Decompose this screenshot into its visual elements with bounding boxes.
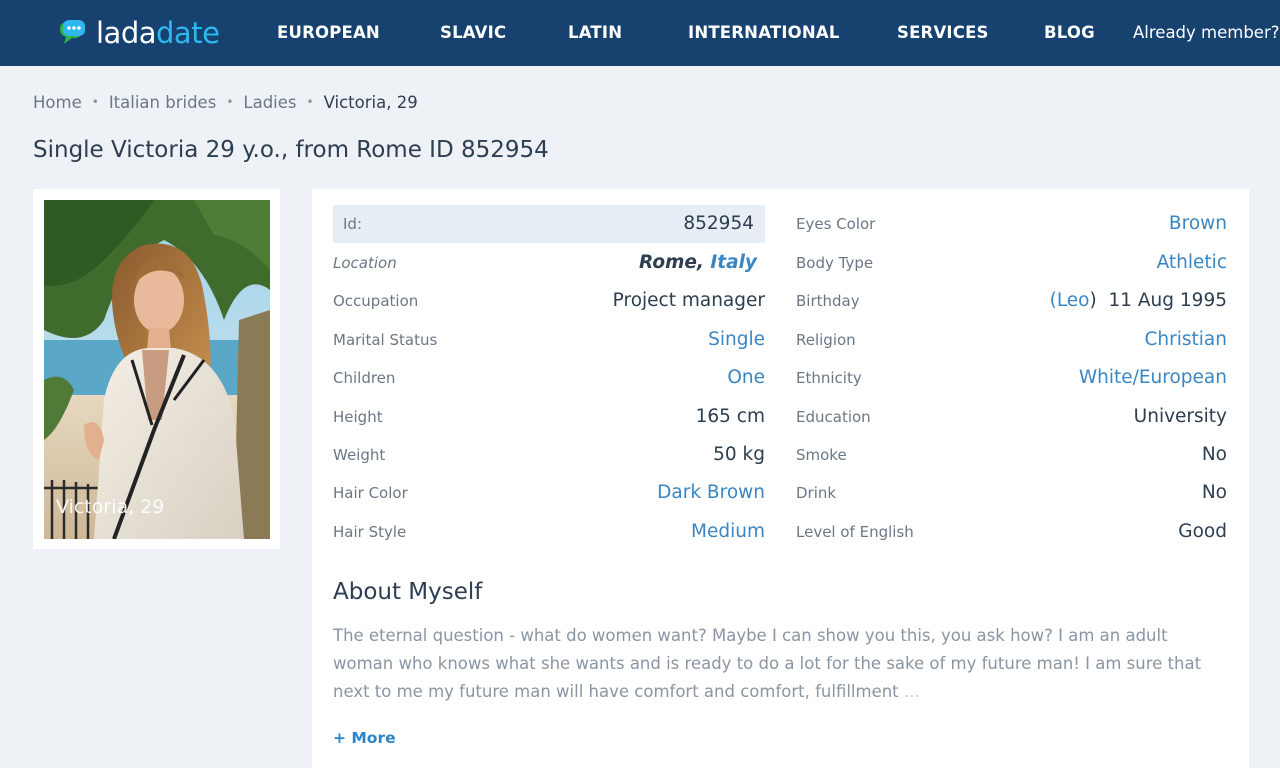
detail-label: Hair Style: [333, 523, 407, 541]
page-title: Single Victoria 29 y.o., from Rome ID 85…: [33, 137, 549, 163]
detail-row-birthday: Birthday (Leo) 11 Aug 1995: [796, 282, 1227, 320]
detail-row-occupation: Occupation Project manager: [333, 282, 765, 320]
logo-text-part2: date: [156, 16, 220, 50]
detail-row-religion: Religion Christian: [796, 321, 1227, 359]
nav-blog[interactable]: BLOG: [1044, 0, 1095, 66]
detail-value-link[interactable]: Athletic: [1157, 244, 1227, 282]
detail-row-weight: Weight 50 kg: [333, 436, 765, 474]
location-value: Rome, Italy: [639, 244, 757, 282]
logo-wordmark: ladadate: [96, 14, 220, 52]
breadcrumb-ladies[interactable]: Ladies: [243, 93, 296, 112]
birthday-value: (Leo) 11 Aug 1995: [1050, 282, 1227, 320]
detail-value: No: [1201, 444, 1227, 465]
photo-caption: Victoria, 29: [56, 496, 165, 518]
detail-label: Occupation: [333, 292, 419, 310]
detail-value-link[interactable]: Christian: [1145, 321, 1227, 359]
detail-row-marital-status: Marital Status Single: [333, 321, 765, 359]
zodiac-close-paren: ): [1089, 290, 1097, 311]
detail-row-eyes-color: Eyes Color Brown: [796, 205, 1227, 243]
detail-value: 50 kg: [713, 444, 765, 465]
zodiac-sign-link[interactable]: Leo: [1057, 290, 1090, 311]
detail-value-link[interactable]: One: [727, 359, 765, 397]
detail-value-link[interactable]: White/European: [1079, 359, 1227, 397]
profile-photo-card: Victoria, 29: [33, 189, 280, 549]
breadcrumb-separator-dot: •: [306, 95, 314, 109]
site-logo[interactable]: ladadate: [56, 14, 220, 52]
detail-value: University: [1133, 406, 1227, 427]
detail-row-ethnicity: Ethnicity White/European: [796, 359, 1227, 397]
detail-label: Weight: [333, 446, 386, 464]
chat-bubble-logo-icon: [56, 17, 88, 49]
nav-services[interactable]: SERVICES: [897, 0, 989, 66]
detail-label: Marital Status: [333, 331, 438, 349]
detail-row-drink: Drink No: [796, 474, 1227, 512]
birth-date: 11 Aug 1995: [1108, 290, 1227, 311]
detail-label: Children: [333, 369, 396, 387]
breadcrumb-separator-dot: •: [91, 95, 99, 109]
detail-value: No: [1201, 482, 1227, 503]
detail-label: Birthday: [796, 292, 860, 310]
profile-details-card: Id: 852954 Location Rome, Italy Occupati…: [312, 189, 1249, 768]
detail-row-english: Level of English Good: [796, 513, 1227, 551]
detail-label: Ethnicity: [796, 369, 862, 387]
detail-label: Height: [333, 408, 383, 426]
detail-value-link[interactable]: Dark Brown: [657, 474, 765, 512]
detail-label: Eyes Color: [796, 215, 876, 233]
detail-label: Drink: [796, 484, 837, 502]
detail-value: 165 cm: [695, 406, 765, 427]
detail-row-location: Location Rome, Italy: [333, 244, 765, 282]
profile-photo[interactable]: Victoria, 29: [44, 200, 270, 539]
breadcrumb-current: Victoria, 29: [323, 92, 418, 112]
detail-row-body-type: Body Type Athletic: [796, 244, 1227, 282]
about-text: The eternal question - what do women wan…: [333, 622, 1228, 706]
detail-label: Hair Color: [333, 484, 408, 502]
nav-slavic[interactable]: SLAVIC: [440, 0, 506, 66]
detail-label: Smoke: [796, 446, 847, 464]
detail-row-id: Id: 852954: [333, 205, 765, 243]
location-city: Rome,: [639, 252, 704, 273]
breadcrumb-separator-dot: •: [226, 95, 234, 109]
zodiac-open-paren: (: [1049, 290, 1057, 311]
detail-row-children: Children One: [333, 359, 765, 397]
detail-label: Education: [796, 408, 871, 426]
about-body: The eternal question - what do women wan…: [333, 626, 1202, 701]
detail-value: Project manager: [612, 290, 765, 311]
detail-row-hair-style: Hair Style Medium: [333, 513, 765, 551]
detail-label: Religion: [796, 331, 856, 349]
nav-latin[interactable]: LATIN: [568, 0, 622, 66]
about-ellipsis: ...: [903, 682, 920, 701]
detail-label: Location: [333, 254, 397, 272]
top-navigation-bar: ladadate EUROPEAN SLAVIC LATIN INTERNATI…: [0, 0, 1280, 66]
more-link[interactable]: + More: [333, 729, 396, 747]
detail-row-height: Height 165 cm: [333, 398, 765, 436]
breadcrumb-home[interactable]: Home: [33, 93, 82, 112]
about-heading: About Myself: [333, 579, 483, 605]
detail-label: Body Type: [796, 254, 874, 272]
detail-row-smoke: Smoke No: [796, 436, 1227, 474]
nav-international[interactable]: INTERNATIONAL: [688, 0, 840, 66]
detail-value-link[interactable]: Medium: [691, 513, 765, 551]
login-link[interactable]: Already member?: [1133, 0, 1280, 66]
detail-label: Id:: [343, 215, 362, 233]
detail-label: Level of English: [796, 523, 914, 541]
breadcrumb-italian-brides[interactable]: Italian brides: [109, 93, 217, 112]
nav-european[interactable]: EUROPEAN: [277, 0, 380, 66]
detail-value: Good: [1178, 521, 1227, 542]
breadcrumb: Home • Italian brides • Ladies • Victori…: [33, 90, 418, 114]
detail-value-link[interactable]: Brown: [1169, 205, 1227, 243]
detail-row-hair-color: Hair Color Dark Brown: [333, 474, 765, 512]
logo-text-part1: lada: [96, 16, 157, 50]
location-country-link[interactable]: Italy: [710, 252, 757, 273]
detail-row-education: Education University: [796, 398, 1227, 436]
detail-value: 852954: [683, 213, 754, 234]
detail-value-link[interactable]: Single: [708, 321, 765, 359]
